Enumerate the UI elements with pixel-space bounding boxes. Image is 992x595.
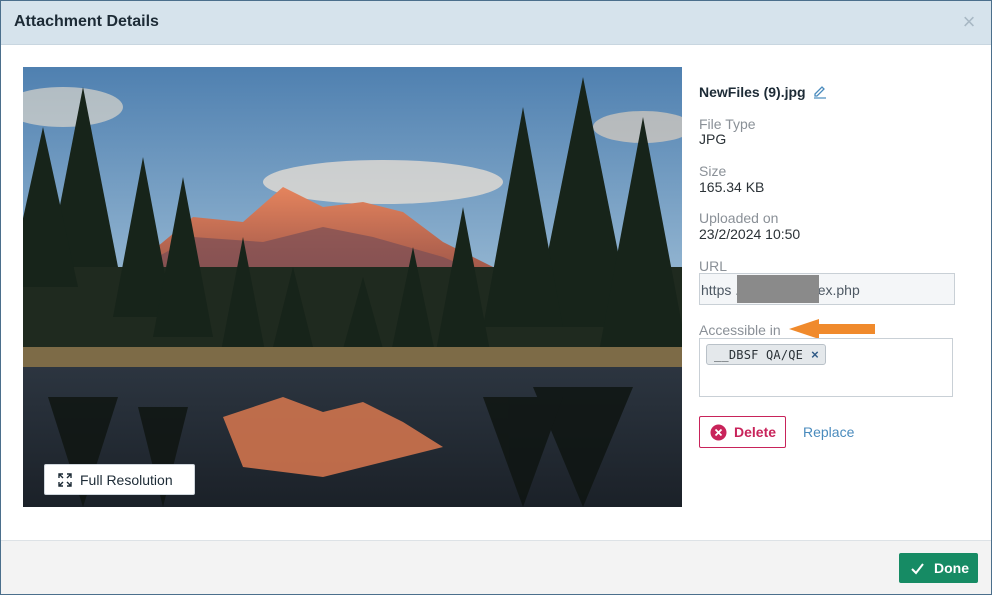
file-name: NewFiles (9).jpg bbox=[699, 84, 806, 100]
done-button[interactable]: Done bbox=[899, 553, 978, 583]
annotation-arrow-icon bbox=[789, 319, 875, 339]
dialog-footer: Done bbox=[1, 540, 991, 594]
check-icon bbox=[911, 562, 924, 575]
expand-icon bbox=[58, 472, 72, 487]
size-value: 165.34 KB bbox=[699, 179, 765, 195]
size-label: Size bbox=[699, 163, 727, 179]
attachment-preview-image bbox=[23, 67, 682, 507]
dialog-title: Attachment Details bbox=[14, 13, 159, 30]
delete-label: Delete bbox=[734, 424, 777, 440]
file-type-label: File Type bbox=[699, 116, 756, 132]
accessible-tag[interactable]: __DBSF QA/QE × bbox=[706, 344, 826, 365]
accessible-in-field[interactable]: __DBSF QA/QE × bbox=[699, 338, 953, 397]
attachment-details-dialog: Attachment Details × Full Resolution New… bbox=[0, 0, 992, 595]
close-icon[interactable]: × bbox=[959, 11, 979, 33]
x-circle-icon bbox=[710, 424, 727, 441]
redaction-block bbox=[737, 275, 819, 303]
done-label: Done bbox=[934, 560, 969, 576]
delete-button[interactable]: Delete bbox=[699, 416, 786, 448]
uploaded-on-value: 23/2/2024 10:50 bbox=[699, 226, 801, 242]
full-resolution-button[interactable]: Full Resolution bbox=[44, 464, 195, 495]
uploaded-on-label: Uploaded on bbox=[699, 210, 779, 226]
replace-link[interactable]: Replace bbox=[803, 424, 854, 440]
url-field[interactable]: https .testrail.io/index.php bbox=[699, 273, 955, 305]
file-type-value: JPG bbox=[699, 131, 727, 147]
pencil-icon[interactable] bbox=[813, 83, 827, 99]
accessible-tag-label: __DBSF QA/QE bbox=[714, 347, 804, 362]
full-resolution-label: Full Resolution bbox=[80, 471, 173, 488]
accessible-in-label: Accessible in bbox=[699, 322, 781, 338]
url-label: URL bbox=[699, 258, 728, 274]
remove-tag-icon[interactable]: × bbox=[811, 348, 819, 361]
dialog-header: Attachment Details × bbox=[1, 1, 991, 45]
